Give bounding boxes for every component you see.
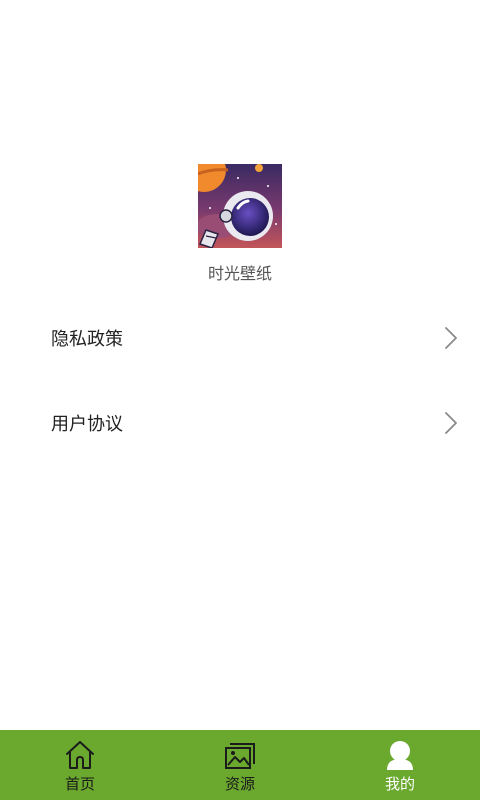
- tab-mine-label: 我的: [384, 775, 415, 793]
- user-icon: [387, 741, 413, 770]
- home-icon: [66, 741, 94, 769]
- privacy-policy-item[interactable]: 隐私政策: [0, 310, 480, 366]
- chevron-right-icon: [445, 327, 457, 349]
- user-agreement-label: 用户协议: [51, 414, 123, 435]
- bottom-tab-bar: 首页 资源 我的: [0, 730, 480, 800]
- tab-home-label: 首页: [64, 775, 95, 793]
- tab-mine[interactable]: 我的: [320, 730, 480, 800]
- tab-resources-label: 资源: [224, 775, 255, 793]
- app-profile: 时光壁纸: [0, 164, 480, 284]
- tab-resources[interactable]: 资源: [160, 730, 320, 800]
- gallery-icon: [225, 743, 255, 769]
- privacy-policy-label: 隐私政策: [51, 329, 123, 350]
- tab-home[interactable]: 首页: [0, 730, 160, 800]
- chevron-right-icon: [445, 412, 457, 434]
- user-agreement-item[interactable]: 用户协议: [0, 395, 480, 451]
- astronaut-app-icon: [198, 164, 282, 248]
- app-name: 时光壁纸: [207, 264, 272, 283]
